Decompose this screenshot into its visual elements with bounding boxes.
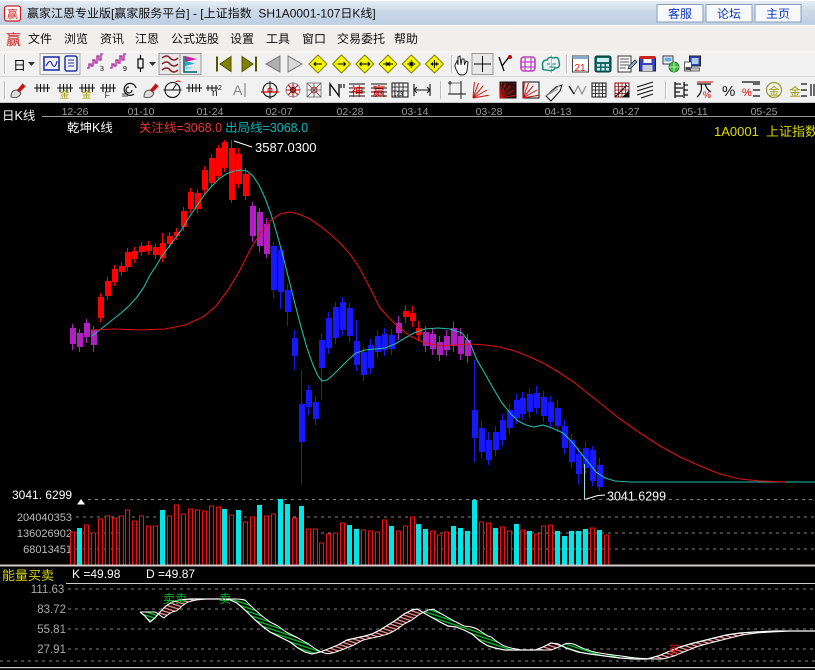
svg-text:K: K	[92, 121, 101, 135]
svg-text:]: ]	[372, 7, 375, 21]
svg-text:=3068.0: =3068.0	[177, 121, 223, 135]
svg-text:3: 3	[100, 66, 104, 73]
svg-text:3587.0300: 3587.0300	[255, 140, 316, 155]
svg-text:55.81: 55.81	[37, 624, 66, 636]
svg-text:9: 9	[123, 66, 127, 73]
svg-text:K: K	[15, 109, 24, 123]
svg-text:SH1A0001-107: SH1A0001-107	[252, 7, 341, 21]
svg-text:83.72: 83.72	[37, 604, 66, 616]
svg-text:F: F	[105, 90, 111, 100]
svg-text:136026902: 136026902	[17, 528, 72, 540]
svg-text:21: 21	[575, 63, 587, 74]
svg-text:2: 2	[218, 85, 222, 92]
svg-text:] - [: ] - [	[186, 7, 204, 21]
svg-text:A: A	[233, 82, 243, 98]
svg-text:%: %	[703, 90, 711, 100]
svg-text:1A0001: 1A0001	[714, 124, 766, 139]
svg-text:n: n	[212, 88, 218, 99]
svg-text:=3068.0: =3068.0	[263, 121, 309, 135]
svg-text:123: 123	[393, 92, 404, 98]
svg-text:111.63: 111.63	[31, 584, 64, 596]
svg-text:K =49.98: K =49.98	[72, 567, 121, 581]
svg-text:D =49.87: D =49.87	[146, 567, 195, 581]
svg-text:%: %	[722, 83, 735, 100]
svg-text:K: K	[352, 7, 360, 21]
svg-text:%: %	[742, 87, 752, 99]
svg-text:3041.6299: 3041.6299	[607, 490, 666, 504]
svg-text:68013451: 68013451	[23, 544, 72, 556]
svg-text:204040353: 204040353	[17, 512, 72, 524]
svg-text:3041. 6299: 3041. 6299	[12, 488, 72, 502]
svg-text:27.91: 27.91	[37, 644, 66, 656]
